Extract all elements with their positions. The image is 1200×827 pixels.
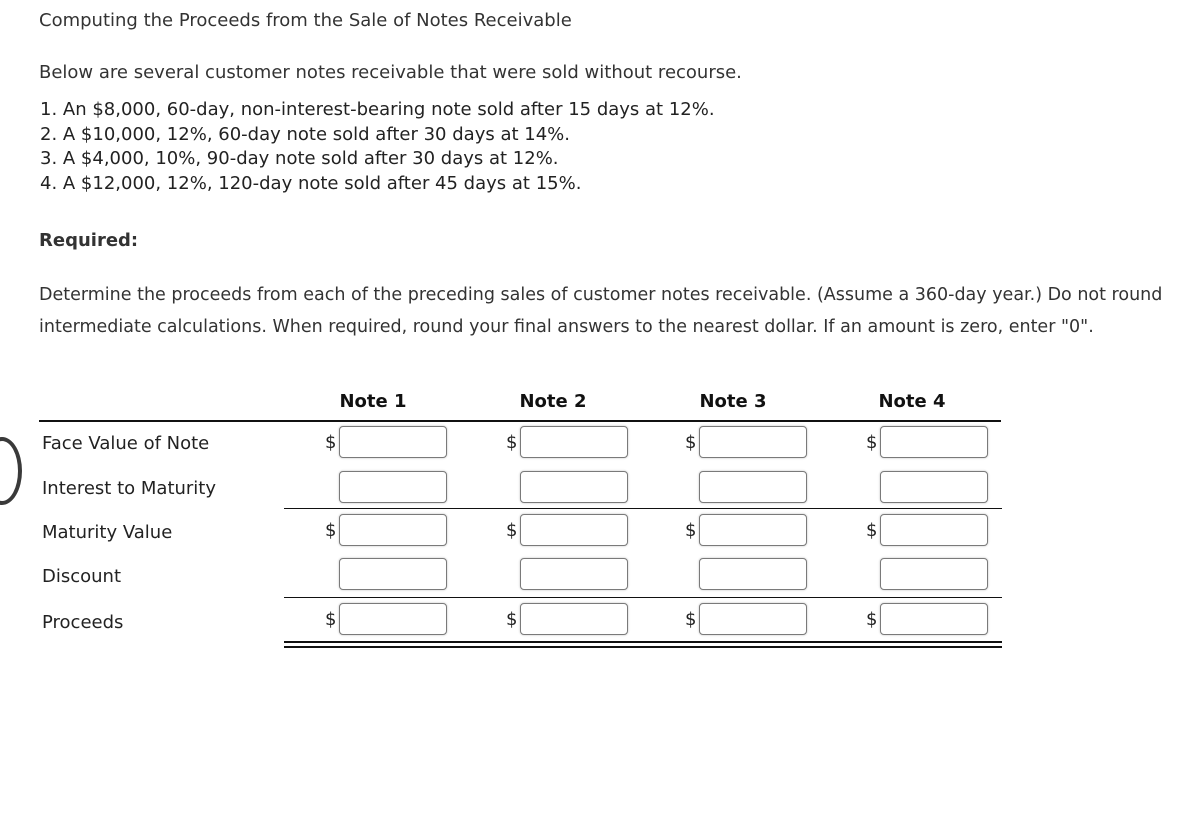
intro-text: Below are several customer notes receiva… (39, 62, 742, 83)
dollar-sign: $ (866, 609, 878, 630)
dollar-sign: $ (325, 609, 337, 630)
dollar-sign: $ (325, 520, 337, 541)
cursor-ring-icon (0, 437, 22, 505)
dollar-sign: $ (866, 432, 878, 453)
discount-note-2-input[interactable] (520, 558, 628, 590)
column-header-note-1: Note 1 (339, 391, 407, 412)
row-label-discount: Discount (42, 566, 122, 587)
dollar-sign: $ (685, 432, 697, 453)
row-label-face-value: Face Value of Note (42, 433, 210, 454)
note-item-2: 2. A $10,000, 12%, 60-day note sold afte… (40, 123, 570, 145)
row-label-interest-to-maturity: Interest to Maturity (42, 478, 217, 499)
note-item-1: 1. An $8,000, 60-day, non-interest-beari… (40, 99, 715, 120)
required-heading: Required: (39, 230, 139, 251)
notes-list: 1. An $8,000, 60-day, non-interest-beari… (40, 98, 715, 196)
discount-note-4-input[interactable] (880, 558, 988, 590)
interest-to-maturity-note-4-input[interactable] (880, 471, 988, 503)
instructions-text: Determine the proceeds from each of the … (39, 285, 1163, 337)
discount-note-1-input[interactable] (339, 558, 447, 590)
dollar-sign: $ (506, 609, 518, 630)
dollar-sign: $ (506, 432, 518, 453)
note-item-3: 3. A $4,000, 10%, 90-day note sold after… (40, 148, 559, 169)
column-header-note-3: Note 3 (699, 391, 767, 412)
page-title: Computing the Proceeds from the Sale of … (39, 10, 572, 31)
proceeds-note-1-input[interactable] (339, 603, 447, 635)
subtotal-rule-1 (284, 508, 1002, 509)
maturity-value-note-1-input[interactable] (339, 514, 447, 546)
interest-to-maturity-note-2-input[interactable] (520, 471, 628, 503)
dollar-sign: $ (685, 609, 697, 630)
dollar-sign: $ (866, 520, 878, 541)
face-value-note-2-input[interactable] (520, 426, 628, 458)
row-label-maturity-value: Maturity Value (42, 522, 173, 543)
face-value-note-1-input[interactable] (339, 426, 447, 458)
dollar-sign: $ (506, 520, 518, 541)
row-label-proceeds: Proceeds (42, 612, 124, 633)
column-header-note-2: Note 2 (519, 391, 587, 412)
header-rule (39, 420, 1001, 422)
maturity-value-note-4-input[interactable] (880, 514, 988, 546)
note-item-4: 4. A $12,000, 12%, 120-day note sold aft… (40, 172, 582, 194)
face-value-note-4-input[interactable] (880, 426, 988, 458)
face-value-note-3-input[interactable] (699, 426, 807, 458)
dollar-sign: $ (325, 432, 337, 453)
total-double-rule (284, 641, 1002, 648)
subtotal-rule-2 (284, 597, 1002, 598)
interest-to-maturity-note-1-input[interactable] (339, 471, 447, 503)
maturity-value-note-3-input[interactable] (699, 514, 807, 546)
interest-to-maturity-note-3-input[interactable] (699, 471, 807, 503)
maturity-value-note-2-input[interactable] (520, 514, 628, 546)
proceeds-note-2-input[interactable] (520, 603, 628, 635)
proceeds-note-4-input[interactable] (880, 603, 988, 635)
dollar-sign: $ (685, 520, 697, 541)
column-header-note-4: Note 4 (878, 391, 946, 412)
proceeds-note-3-input[interactable] (699, 603, 807, 635)
discount-note-3-input[interactable] (699, 558, 807, 590)
